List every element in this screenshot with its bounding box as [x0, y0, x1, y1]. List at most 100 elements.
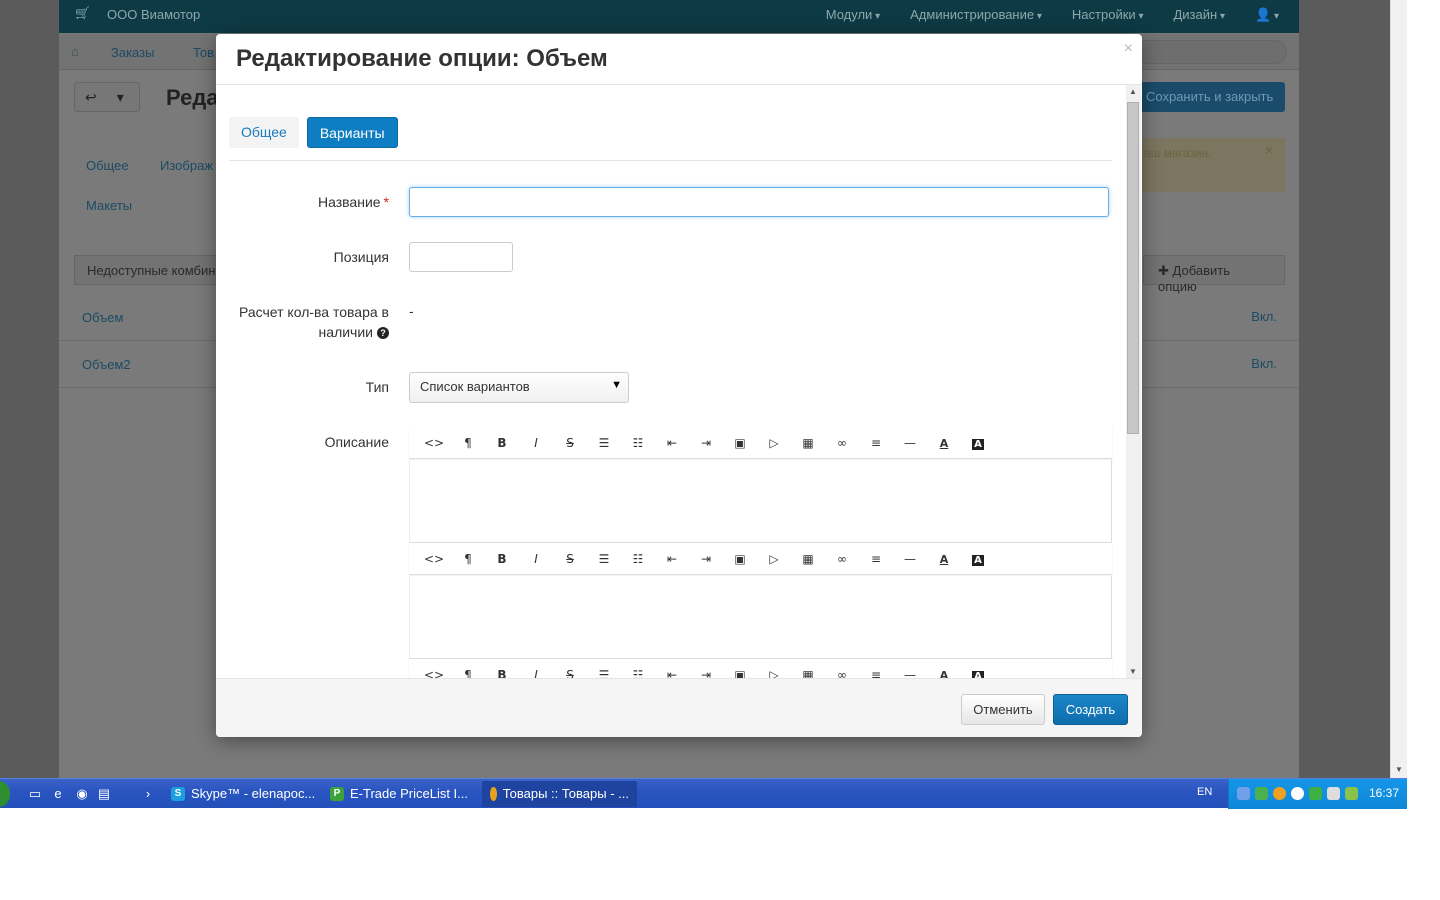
close-icon[interactable]: × — [1124, 40, 1133, 58]
disk-icon[interactable]: ▤ — [96, 786, 112, 802]
ordered-list-icon[interactable]: ☷ — [621, 436, 655, 450]
code-icon[interactable]: <> — [417, 552, 451, 566]
name-input[interactable] — [409, 187, 1109, 217]
bold-icon[interactable]: B — [485, 552, 519, 566]
page-tab-general: Общее — [86, 158, 129, 173]
nav-orders: Заказы — [111, 45, 155, 60]
question-icon[interactable]: ? — [377, 327, 389, 340]
position-input[interactable] — [409, 242, 513, 272]
align-icon[interactable]: ≡ — [859, 668, 893, 679]
update-icon[interactable] — [1273, 787, 1286, 800]
font-color-icon[interactable]: A — [927, 552, 961, 566]
indent-icon[interactable]: ⇥ — [689, 552, 723, 566]
description-editor[interactable] — [409, 576, 1112, 659]
background-color-icon[interactable]: A — [961, 552, 995, 566]
strikethrough-icon[interactable]: S — [553, 552, 587, 566]
image-icon[interactable]: ▣ — [723, 436, 757, 450]
cancel-button[interactable]: Отменить — [961, 694, 1045, 725]
taskbar-item-skype[interactable]: S Skype™ - elenapoc... — [163, 781, 323, 807]
ordered-list-icon[interactable]: ☷ — [621, 668, 655, 679]
network-icon[interactable] — [1237, 787, 1250, 800]
paragraph-icon[interactable]: ¶ — [451, 552, 485, 566]
strikethrough-icon[interactable]: S — [553, 436, 587, 450]
table-icon[interactable]: ▦ — [791, 552, 825, 566]
stock-calc-value: - — [409, 303, 414, 319]
font-color-icon[interactable]: A — [927, 668, 961, 679]
tab-variants[interactable]: Варианты — [306, 117, 398, 148]
table-icon[interactable]: ▦ — [791, 668, 825, 679]
paragraph-icon[interactable]: ¶ — [451, 668, 485, 679]
ordered-list-icon[interactable]: ☷ — [621, 552, 655, 566]
code-icon[interactable]: <> — [417, 668, 451, 679]
scroll-down-icon[interactable]: ▼ — [1129, 667, 1137, 676]
taskbar-item-chrome[interactable]: Товары :: Товары - ... — [482, 781, 637, 807]
chrome-icon[interactable]: ◉ — [74, 786, 90, 802]
align-icon[interactable]: ≡ — [859, 436, 893, 450]
unordered-list-icon[interactable]: ☰ — [587, 436, 621, 450]
security-icon[interactable] — [1255, 787, 1268, 800]
strikethrough-icon[interactable]: S — [553, 668, 587, 679]
torrent-icon[interactable] — [1309, 787, 1322, 800]
background-color-icon[interactable]: A — [961, 668, 995, 678]
notice-text: аш магазин, — [1144, 146, 1212, 160]
image-icon[interactable]: ▣ — [723, 668, 757, 679]
code-icon[interactable]: <> — [417, 436, 451, 450]
create-button[interactable]: Создать — [1053, 694, 1128, 725]
taskbar-item-label: Товары :: Товары - ... — [502, 786, 629, 801]
modal-scrollbar[interactable]: ▲ ▼ — [1126, 85, 1141, 678]
unordered-list-icon[interactable]: ☰ — [587, 668, 621, 679]
italic-icon[interactable]: I — [519, 552, 553, 566]
taskbar-item-pricelist[interactable]: P E-Trade PriceList I... — [322, 781, 476, 807]
start-button[interactable] — [0, 781, 10, 807]
stock-calc-label-line1: Расчет кол-ва товара в — [239, 304, 389, 320]
bold-icon[interactable]: B — [485, 436, 519, 450]
horizontal-rule-icon[interactable]: — — [893, 552, 927, 566]
italic-icon[interactable]: I — [519, 668, 553, 679]
scrollbar-thumb[interactable] — [1127, 102, 1139, 434]
align-icon[interactable]: ≡ — [859, 552, 893, 566]
video-icon[interactable]: ▷ — [757, 552, 791, 566]
horizontal-rule-icon[interactable]: — — [893, 436, 927, 450]
link-icon[interactable]: ∞ — [825, 552, 859, 566]
tab-general[interactable]: Общее — [229, 117, 299, 148]
link-icon[interactable]: ∞ — [825, 436, 859, 450]
chevron-right-icon[interactable]: › — [140, 786, 156, 802]
pen-icon[interactable] — [1345, 787, 1358, 800]
horizontal-rule-icon[interactable]: — — [893, 668, 927, 679]
video-icon[interactable]: ▷ — [757, 436, 791, 450]
bold-icon[interactable]: B — [485, 668, 519, 679]
menu-design: Дизайн — [1173, 7, 1225, 23]
home-icon: ⌂ — [71, 44, 79, 59]
paragraph-icon[interactable]: ¶ — [451, 436, 485, 450]
back-button: ↩ ▾ — [74, 82, 140, 112]
font-color-icon[interactable]: A — [927, 436, 961, 450]
type-select[interactable]: Список вариантов ▼ — [409, 372, 629, 403]
option-name: Объем — [82, 310, 124, 325]
link-icon[interactable]: ∞ — [825, 668, 859, 679]
show-desktop-icon[interactable]: ▭ — [27, 786, 43, 802]
outdent-icon[interactable]: ⇤ — [655, 668, 689, 679]
language-indicator[interactable]: EN — [1197, 786, 1212, 798]
indent-icon[interactable]: ⇥ — [689, 668, 723, 679]
video-icon[interactable]: ▷ — [757, 668, 791, 679]
table-icon[interactable]: ▦ — [791, 436, 825, 450]
volume-icon[interactable] — [1327, 787, 1340, 800]
sync-icon[interactable] — [1291, 787, 1304, 800]
image-icon[interactable]: ▣ — [723, 552, 757, 566]
scroll-down-icon[interactable]: ▼ — [1395, 765, 1403, 774]
background-color-icon[interactable]: A — [961, 436, 995, 450]
indent-icon[interactable]: ⇥ — [689, 436, 723, 450]
outdent-icon[interactable]: ⇤ — [655, 552, 689, 566]
chrome-icon — [490, 787, 497, 801]
internet-explorer-icon[interactable]: e — [50, 786, 66, 802]
outdent-icon[interactable]: ⇤ — [655, 436, 689, 450]
scroll-up-icon[interactable]: ▲ — [1129, 87, 1137, 96]
plus-icon: ✚ — [1158, 263, 1173, 278]
page-tab-layouts: Макеты — [86, 198, 133, 213]
page-scrollbar[interactable]: ▼ — [1390, 0, 1407, 778]
description-editor[interactable] — [409, 460, 1112, 543]
notice-close-icon: × — [1264, 142, 1273, 158]
unordered-list-icon[interactable]: ☰ — [587, 552, 621, 566]
menu-settings: Настройки — [1072, 7, 1144, 23]
italic-icon[interactable]: I — [519, 436, 553, 450]
